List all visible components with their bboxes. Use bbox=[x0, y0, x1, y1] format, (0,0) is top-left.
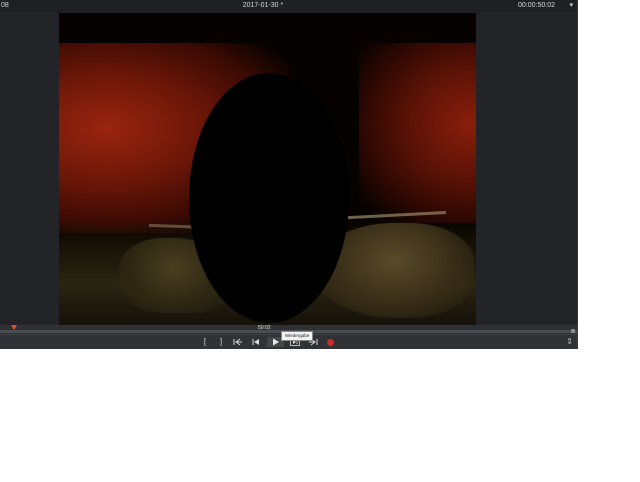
mark-in-button[interactable]: [ bbox=[202, 337, 208, 347]
play-icon bbox=[273, 338, 279, 346]
playhead-marker[interactable] bbox=[11, 325, 17, 330]
video-red-glow-right bbox=[359, 43, 476, 223]
play-tooltip: Wiedergabe bbox=[281, 331, 314, 341]
go-to-start-icon[interactable] bbox=[233, 337, 243, 347]
video-dark-silhouette bbox=[189, 73, 349, 323]
title-bar: 08 2017-01-30 * 00:00:50:02 ▾ bbox=[0, 0, 577, 13]
video-frame[interactable] bbox=[59, 13, 476, 325]
viewer-menu-icon[interactable]: ▾ bbox=[569, 1, 573, 9]
project-title: 2017-01-30 * bbox=[242, 2, 284, 9]
viewer-area bbox=[0, 13, 577, 325]
step-back-icon[interactable] bbox=[251, 337, 261, 347]
record-icon[interactable] bbox=[327, 339, 334, 346]
expand-icon[interactable]: ⇕ bbox=[566, 337, 573, 346]
timeline-end-handle[interactable] bbox=[571, 329, 575, 333]
timeline-current-time: 50:02 bbox=[258, 325, 271, 331]
timecode-readout: 00:00:50:02 bbox=[518, 2, 555, 9]
mark-out-button[interactable]: ] bbox=[218, 337, 224, 347]
video-editor-window: 08 2017-01-30 * 00:00:50:02 ▾ 50:02 [ ] bbox=[0, 0, 578, 349]
